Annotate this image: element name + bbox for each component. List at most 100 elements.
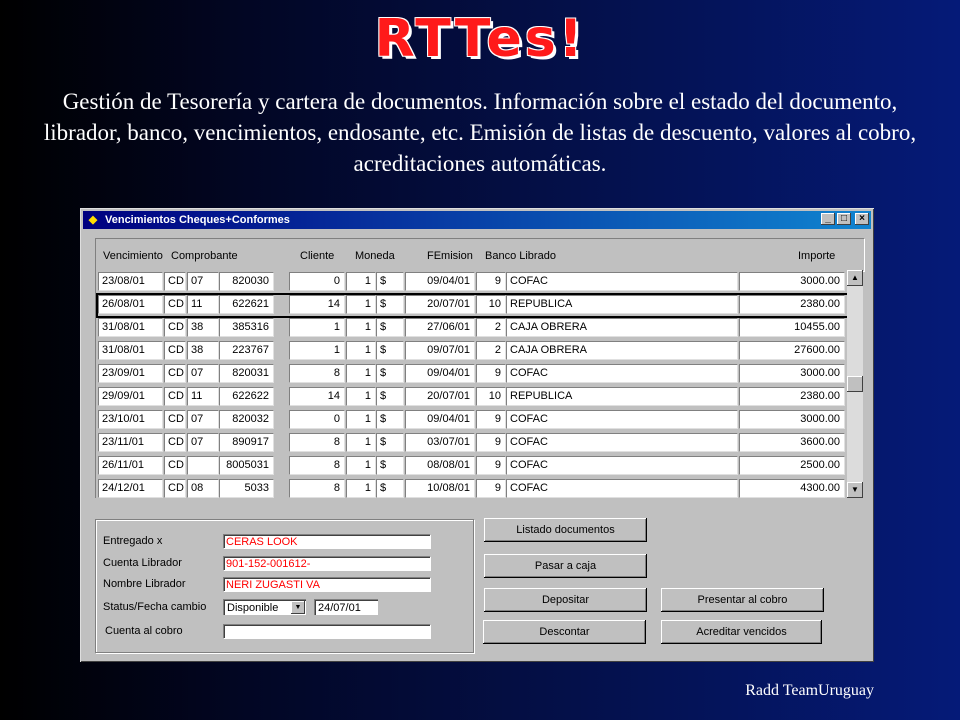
cell-numero[interactable]: 820030: [219, 272, 274, 291]
acreditar-vencidos-button[interactable]: Acreditar vencidos: [661, 620, 822, 644]
status-select[interactable]: Disponible ▼: [223, 599, 306, 615]
depositar-button[interactable]: Depositar: [484, 588, 647, 612]
app-icon[interactable]: ◆: [86, 213, 100, 227]
cell-mon[interactable]: 1: [346, 433, 376, 452]
cell-femision[interactable]: 20/07/01: [405, 387, 475, 406]
cell-femision[interactable]: 09/04/01: [405, 364, 475, 383]
table-row[interactable]: 26/11/01 CD 8005031 8 1 $08/08/01 9 COFAC 2500.0…: [96, 454, 848, 477]
cell-cliente[interactable]: 0: [289, 410, 345, 429]
cell-cliente[interactable]: 14: [289, 295, 345, 314]
cell-mon[interactable]: 1: [346, 295, 376, 314]
cell-venc[interactable]: 31/08/01: [98, 318, 163, 337]
cell-tipo[interactable]: CD: [164, 410, 186, 429]
cell-tipo[interactable]: CD: [164, 433, 186, 452]
cell-venc[interactable]: 23/10/01: [98, 410, 163, 429]
table-row[interactable]: 31/08/01 CD 38 223767 1 1 $09/07/01 2 CAJA OBRER…: [96, 339, 848, 362]
cell-bcod[interactable]: 10: [476, 295, 506, 314]
cell-numero[interactable]: 622622: [219, 387, 274, 406]
col-comprobante[interactable]: Comprobante: [171, 250, 238, 262]
cell-importe[interactable]: 3000.00: [739, 272, 845, 291]
scroll-thumb[interactable]: [847, 376, 863, 392]
cell-signo[interactable]: $: [376, 410, 404, 429]
cell-venc[interactable]: 31/08/01: [98, 341, 163, 360]
cell-cliente[interactable]: 8: [289, 433, 345, 452]
cell-serie[interactable]: 38: [187, 341, 219, 360]
cell-importe[interactable]: 4300.00: [739, 479, 845, 498]
cell-serie[interactable]: [187, 456, 219, 475]
cell-mon[interactable]: 1: [346, 364, 376, 383]
cell-signo[interactable]: $: [376, 318, 404, 337]
cell-femision[interactable]: 09/04/01: [405, 410, 475, 429]
cell-mon[interactable]: 1: [346, 318, 376, 337]
cell-importe[interactable]: 27600.00: [739, 341, 845, 360]
cell-importe[interactable]: 2380.00: [739, 295, 845, 314]
cell-banco[interactable]: REPUBLICA: [506, 387, 738, 406]
cell-signo[interactable]: $: [376, 456, 404, 475]
cell-tipo[interactable]: CD: [164, 341, 186, 360]
cell-venc[interactable]: 26/08/01: [98, 295, 163, 314]
cell-banco[interactable]: COFAC: [506, 364, 738, 383]
listado-documentos-button[interactable]: Listado documentos: [484, 518, 647, 542]
cell-importe[interactable]: 3600.00: [739, 433, 845, 452]
cell-banco[interactable]: COFAC: [506, 410, 738, 429]
cell-banco[interactable]: COFAC: [506, 456, 738, 475]
cell-tipo[interactable]: CD: [164, 295, 186, 314]
cell-banco[interactable]: CAJA OBRERA: [506, 341, 738, 360]
cell-femision[interactable]: 20/07/01: [405, 295, 475, 314]
cell-bcod[interactable]: 9: [476, 272, 506, 291]
table-row[interactable]: 26/08/01 CD 11 622621 14 1 $20/07/01 10 REPUBLIC…: [96, 293, 848, 316]
cell-signo[interactable]: $: [376, 295, 404, 314]
cell-cliente[interactable]: 1: [289, 341, 345, 360]
cell-numero[interactable]: 622621: [219, 295, 274, 314]
cell-numero[interactable]: 5033: [219, 479, 274, 498]
close-button[interactable]: ×: [855, 213, 869, 225]
scroll-up-icon[interactable]: ▲: [847, 270, 863, 286]
nombre-librador-field[interactable]: NERI ZUGASTI VA: [223, 577, 431, 592]
cell-bcod[interactable]: 10: [476, 387, 506, 406]
fecha-cambio-field[interactable]: 24/07/01: [314, 599, 378, 615]
cell-venc[interactable]: 23/09/01: [98, 364, 163, 383]
cell-femision[interactable]: 08/08/01: [405, 456, 475, 475]
cell-mon[interactable]: 1: [346, 341, 376, 360]
cell-serie[interactable]: 38: [187, 318, 219, 337]
cell-bcod[interactable]: 9: [476, 479, 506, 498]
cell-mon[interactable]: 1: [346, 272, 376, 291]
cell-importe[interactable]: 3000.00: [739, 364, 845, 383]
cell-femision[interactable]: 09/04/01: [405, 272, 475, 291]
cell-serie[interactable]: 07: [187, 272, 219, 291]
cell-bcod[interactable]: 9: [476, 456, 506, 475]
cell-importe[interactable]: 3000.00: [739, 410, 845, 429]
col-importe[interactable]: Importe: [798, 250, 835, 262]
cell-numero[interactable]: 820031: [219, 364, 274, 383]
cell-venc[interactable]: 23/08/01: [98, 272, 163, 291]
window-titlebar[interactable]: ◆ Vencimientos Cheques+Conformes _ □ ×: [83, 211, 871, 229]
cell-signo[interactable]: $: [376, 433, 404, 452]
col-vencimiento[interactable]: Vencimiento: [103, 250, 163, 262]
cell-mon[interactable]: 1: [346, 387, 376, 406]
col-femision[interactable]: FEmision: [427, 250, 473, 262]
cell-serie[interactable]: 11: [187, 295, 219, 314]
table-row[interactable]: 31/08/01 CD 38 385316 1 1 $27/06/01 2 CAJA OBRER…: [96, 316, 848, 339]
cell-importe[interactable]: 10455.00: [739, 318, 845, 337]
col-banco[interactable]: Banco Librado: [485, 250, 556, 262]
cell-signo[interactable]: $: [376, 479, 404, 498]
cell-cliente[interactable]: 14: [289, 387, 345, 406]
cell-signo[interactable]: $: [376, 272, 404, 291]
cell-serie[interactable]: 07: [187, 433, 219, 452]
table-row[interactable]: 29/09/01 CD 11 622622 14 1 $20/07/01 10 REPUBLIC…: [96, 385, 848, 408]
cell-tipo[interactable]: CD: [164, 272, 186, 291]
entregado-field[interactable]: CERAS LOOK: [223, 534, 431, 549]
table-row[interactable]: 23/08/01 CD 07 820030 0 1 $09/04/01 9 COFAC 3000.…: [96, 270, 848, 293]
table-row[interactable]: 24/12/01 CD 08 5033 8 1 $10/08/01 9 COFAC 4300.00: [96, 477, 848, 500]
cell-femision[interactable]: 27/06/01: [405, 318, 475, 337]
presentar-al-cobro-button[interactable]: Presentar al cobro: [661, 588, 824, 612]
table-row[interactable]: 23/10/01 CD 07 820032 0 1 $09/04/01 9 COFAC 3000.…: [96, 408, 848, 431]
pasar-a-caja-button[interactable]: Pasar a caja: [484, 554, 647, 578]
cell-banco[interactable]: CAJA OBRERA: [506, 318, 738, 337]
cell-bcod[interactable]: 9: [476, 433, 506, 452]
cell-serie[interactable]: 08: [187, 479, 219, 498]
cell-banco[interactable]: COFAC: [506, 433, 738, 452]
grid-scrollbar[interactable]: ▲ ▼: [847, 270, 863, 498]
cell-mon[interactable]: 1: [346, 479, 376, 498]
table-row[interactable]: 23/11/01 CD 07 890917 8 1 $03/07/01 9 COFAC 3600.…: [96, 431, 848, 454]
